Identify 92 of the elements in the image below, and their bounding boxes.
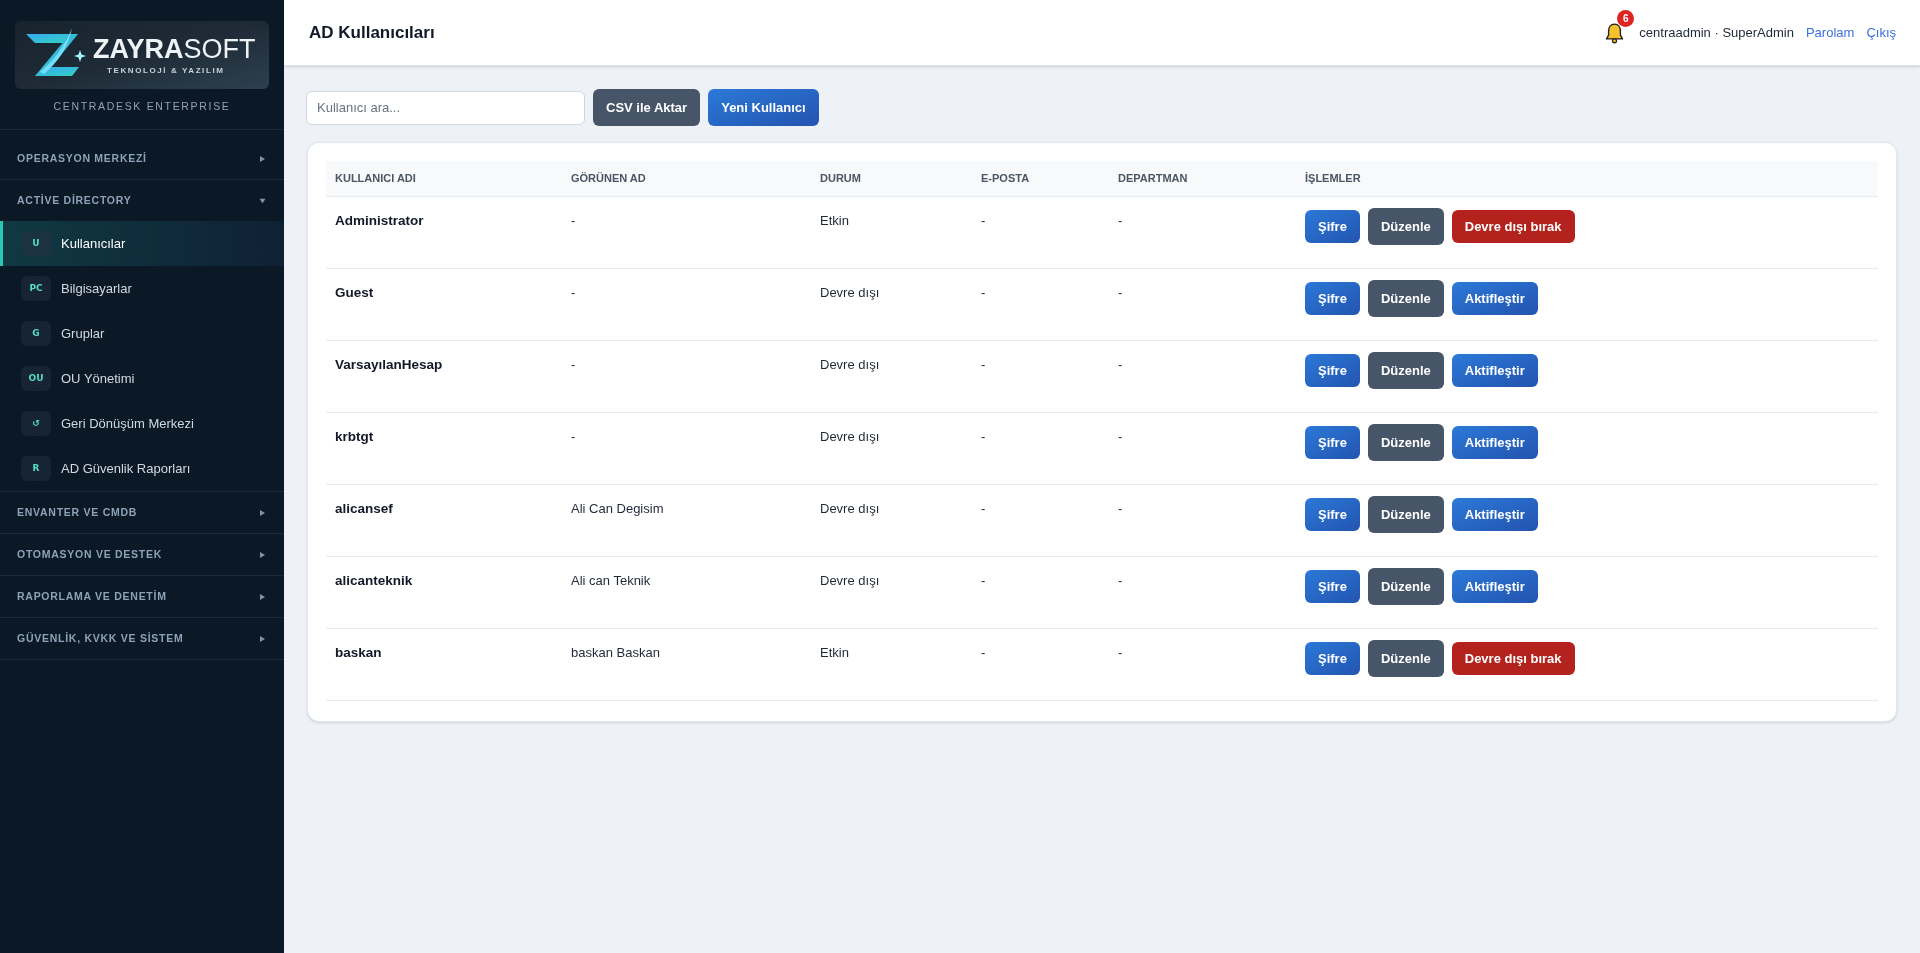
column-header: DEPARTMAN xyxy=(1117,171,1189,187)
action-button[interactable]: Devre dışı bırak xyxy=(1451,642,1575,675)
table-cell: - xyxy=(1118,573,1123,588)
action-button[interactable]: Düzenle xyxy=(1367,352,1444,389)
sidebar-nav-item[interactable]: R AD Güvenlik Raporları xyxy=(0,446,284,491)
search-field[interactable]: Kullanıcı ara... xyxy=(306,90,585,125)
table-cell: - xyxy=(981,285,986,300)
action-button[interactable]: Şifre xyxy=(1305,426,1360,459)
table-cell: alicanteknik xyxy=(335,573,413,588)
table-cell: - xyxy=(571,357,576,372)
table-cell: Etkin xyxy=(820,213,849,228)
table-cell: - xyxy=(1118,645,1123,660)
column-header: E-POSTA xyxy=(980,171,1031,187)
table-cell: - xyxy=(981,357,986,372)
sidebar-nav-item[interactable]: U Kullanıcılar xyxy=(0,221,284,266)
action-button[interactable]: Devre dışı bırak xyxy=(1451,210,1575,243)
bell-icon[interactable] xyxy=(1604,21,1626,44)
table-cell: - xyxy=(1118,429,1123,444)
column-header: KULLANICI ADI xyxy=(334,171,417,187)
action-button[interactable]: Düzenle xyxy=(1367,496,1444,533)
nav-item-badge: U xyxy=(21,231,51,256)
nav-item-badge: PC xyxy=(21,276,51,301)
action-button[interactable]: Aktifleştir xyxy=(1451,354,1538,387)
header-link[interactable]: Çıkış xyxy=(1866,22,1896,43)
logo-tagline: TEKNOLOJİ & YAZILIM xyxy=(107,66,225,75)
column-header: GÖRÜNEN AD xyxy=(570,171,647,187)
toolbar-button[interactable]: CSV ile Aktar xyxy=(593,89,701,126)
table-cell: Etkin xyxy=(820,645,849,660)
action-button[interactable]: Şifre xyxy=(1305,210,1360,243)
action-button[interactable]: Şifre xyxy=(1305,498,1360,531)
action-button[interactable]: Aktifleştir xyxy=(1451,426,1538,459)
table-cell: Devre dışı xyxy=(820,501,880,516)
table-cell: - xyxy=(981,429,986,444)
table-cell: - xyxy=(981,213,986,228)
nav-item-badge: G xyxy=(21,321,51,346)
table-cell: alicansef xyxy=(335,501,393,516)
action-button[interactable]: Aktifleştir xyxy=(1451,498,1538,531)
sidebar-nav-item[interactable]: G Gruplar xyxy=(0,311,284,356)
table-cell: Ali Can Degisim xyxy=(571,501,664,516)
action-button[interactable]: Şifre xyxy=(1305,642,1360,675)
action-button[interactable]: Aktifleştir xyxy=(1451,570,1538,603)
action-button[interactable]: Düzenle xyxy=(1367,640,1444,677)
table-cell: - xyxy=(981,501,986,516)
nav-item-badge: ↺ xyxy=(21,411,51,436)
table-cell: Ali can Teknik xyxy=(571,573,651,588)
action-button[interactable]: Şifre xyxy=(1305,354,1360,387)
table-cell: Devre dışı xyxy=(820,573,880,588)
sidebar-section-header[interactable]: ENVANTER VE CMDB xyxy=(0,492,284,533)
table-cell: - xyxy=(981,573,986,588)
toolbar-button[interactable]: Yeni Kullanıcı xyxy=(708,89,819,126)
logo-wordmark: ZAYRASOFT xyxy=(93,35,256,63)
sidebar-nav-item[interactable]: ↺ Geri Dönüşüm Merkezi xyxy=(0,401,284,446)
action-button[interactable]: Şifre xyxy=(1305,282,1360,315)
sidebar-section-header[interactable]: OPERASYON MERKEZİ xyxy=(0,138,284,179)
table-cell: Devre dışı xyxy=(820,285,880,300)
table-cell: Devre dışı xyxy=(820,357,880,372)
table-cell: - xyxy=(571,285,576,300)
nav-item-badge: OU xyxy=(21,366,51,391)
table-cell: Administrator xyxy=(335,213,424,228)
table-cell: Devre dışı xyxy=(820,429,880,444)
table-cell: baskan xyxy=(335,645,382,660)
table-cell: - xyxy=(571,213,576,228)
header-link[interactable]: Parolam xyxy=(1805,22,1855,43)
table-cell: - xyxy=(1118,501,1123,516)
action-button[interactable]: Düzenle xyxy=(1367,424,1444,461)
table-cell: - xyxy=(571,429,576,444)
action-button[interactable]: Düzenle xyxy=(1367,280,1444,317)
sidebar-nav-item[interactable]: PC Bilgisayarlar xyxy=(0,266,284,311)
table-cell: krbtgt xyxy=(335,429,374,444)
sidebar-section-header[interactable]: ACTİVE DİRECTORY xyxy=(0,180,284,221)
table-cell: Guest xyxy=(335,285,374,300)
table-cell: - xyxy=(1118,357,1123,372)
product-name: CENTRADESK ENTERPRISE xyxy=(52,100,232,113)
user-label: centraadmin · SuperAdmin xyxy=(1639,23,1794,42)
sidebar-section-header[interactable]: OTOMASYON VE DESTEK xyxy=(0,534,284,575)
table-cell: - xyxy=(1118,213,1123,228)
sidebar-section-header[interactable]: RAPORLAMA VE DENETİM xyxy=(0,576,284,617)
page-title: AD Kullanıcıları xyxy=(309,21,435,44)
column-header: DURUM xyxy=(819,171,862,187)
action-button[interactable]: Aktifleştir xyxy=(1451,282,1538,315)
action-button[interactable]: Şifre xyxy=(1305,570,1360,603)
table-cell: - xyxy=(1118,285,1123,300)
table-cell: VarsayılanHesap xyxy=(335,357,443,372)
column-header: İŞLEMLER xyxy=(1304,171,1362,187)
action-button[interactable]: Düzenle xyxy=(1367,208,1444,245)
sidebar-nav-item[interactable]: OU OU Yönetimi xyxy=(0,356,284,401)
table-cell: - xyxy=(981,645,986,660)
table-cell: baskan Baskan xyxy=(571,645,660,660)
nav-item-badge: R xyxy=(21,456,51,481)
action-button[interactable]: Düzenle xyxy=(1367,568,1444,605)
notification-count-badge: 6 xyxy=(1617,9,1635,27)
sidebar-section-header[interactable]: GÜVENLİK, KVKK VE SİSTEM xyxy=(0,618,284,659)
